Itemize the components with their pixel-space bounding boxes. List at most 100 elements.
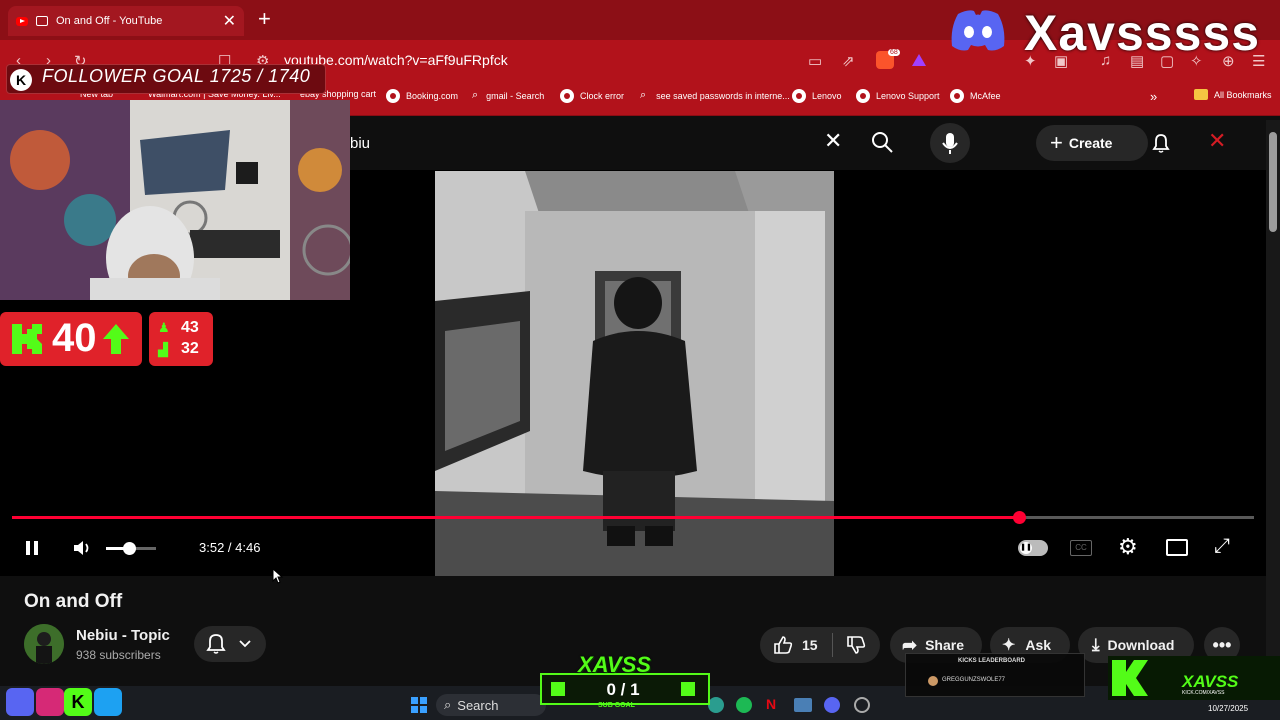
progress-fill <box>12 516 1020 519</box>
spotify-icon[interactable] <box>736 697 752 713</box>
subscription-bell-button[interactable] <box>194 626 266 662</box>
settings-icon[interactable]: ⚙ <box>1118 536 1138 558</box>
autoplay-knob-icon: ❚❚ <box>1020 542 1032 554</box>
windows-start-icon[interactable] <box>410 696 428 714</box>
kick-k-icon <box>10 322 44 356</box>
discord-social-icon <box>6 688 34 716</box>
bookmark-item[interactable]: Clock error <box>560 89 624 103</box>
all-bookmarks-label: All Bookmarks <box>1214 89 1272 100</box>
channel-name[interactable]: Nebiu - Topic <box>76 627 170 644</box>
discord-logo-icon <box>948 8 1008 52</box>
clear-search-icon[interactable]: ✕ <box>824 130 842 152</box>
tab-group-icon <box>36 16 48 26</box>
kick-logo-icon: K <box>10 69 32 91</box>
discord-taskbar-icon[interactable] <box>824 697 840 713</box>
instagram-social-icon <box>36 688 64 716</box>
leaderboard-avatar <box>928 676 938 686</box>
bookmark-label: Lenovo <box>812 91 842 101</box>
bookmark-item[interactable]: Lenovo <box>792 89 842 103</box>
bookmark-icon <box>560 89 574 103</box>
sub-goal-count: 0 / 1 <box>606 680 640 699</box>
netflix-icon[interactable]: N <box>766 696 776 712</box>
taskbar-date: 10/27/2025 <box>1208 704 1249 713</box>
bookmark-icon <box>386 89 400 103</box>
channel-avatar[interactable] <box>24 624 64 664</box>
bookmark-label: Lenovo Support <box>876 91 940 101</box>
create-label: Create <box>1068 135 1113 151</box>
browser-tab[interactable]: On and Off - YouTube ✕ <box>8 6 244 36</box>
all-bookmarks-button[interactable]: All Bookmarks <box>1194 89 1272 100</box>
followers-icon: ♟ <box>158 320 170 335</box>
download-icon: ⤓ <box>1092 635 1100 654</box>
mic-icon <box>942 133 958 154</box>
shield-badge: 68 <box>888 49 900 56</box>
bookmark-label: Booking.com <box>406 91 459 101</box>
play-pause-icon[interactable] <box>24 540 40 556</box>
brave-rewards-icon[interactable] <box>912 54 926 66</box>
settings-taskbar-icon[interactable] <box>854 697 870 713</box>
ask-icon: ✦ <box>1002 637 1016 654</box>
badge-name: XAVSS <box>1182 672 1239 691</box>
download-label: Download <box>1107 637 1175 653</box>
leaderboard-entry: GREGGUNZSWOLE77 <box>942 677 1006 683</box>
bookmark-icon <box>950 89 964 103</box>
account-avatar[interactable]: ✕ <box>1208 130 1226 152</box>
like-count: 15 <box>802 637 818 653</box>
more-bookmarks-button[interactable]: » <box>1150 89 1157 104</box>
volume-icon[interactable] <box>72 539 92 557</box>
bookmark-item[interactable]: Lenovo Support <box>856 89 940 103</box>
ask-label: Ask <box>1025 637 1052 653</box>
folder-icon <box>1194 89 1208 100</box>
file-explorer-icon[interactable] <box>794 698 812 712</box>
search-input[interactable]: biu <box>350 135 370 152</box>
search-bookmark-icon: ⌕ <box>640 89 647 101</box>
kick-viewer-count: 40 <box>52 316 97 360</box>
taskbar-search[interactable]: ⌕ Search <box>436 694 546 716</box>
scrollbar-thumb[interactable] <box>1269 132 1277 232</box>
volume-knob[interactable] <box>122 542 136 555</box>
plus-icon: + <box>1050 130 1063 155</box>
bookmark-item[interactable]: Booking.com <box>386 89 458 103</box>
sub-goal-label: SUB GOAL <box>598 702 635 709</box>
search-bookmark-icon: ⌕ <box>472 89 479 101</box>
share-page-icon[interactable]: ⇗ <box>842 52 855 70</box>
fullscreen-icon[interactable]: ⤢ <box>1214 536 1230 556</box>
time-display: 3:52 / 4:46 <box>199 540 261 555</box>
mouse-cursor-icon <box>272 567 284 584</box>
stat-top-value: 43 <box>181 319 199 336</box>
share-label: Share <box>925 637 965 653</box>
kick-social-icon: K <box>64 688 92 716</box>
taskbar-search-label: Search <box>457 697 499 713</box>
bookmark-item[interactable]: McAfee <box>950 89 1001 103</box>
bookmark-label: see saved passwords in interne... <box>656 90 790 101</box>
bookmark-item[interactable]: ⌕ see saved passwords in interne... <box>640 89 790 102</box>
like-divider <box>831 633 833 657</box>
dislike-icon[interactable] <box>845 634 867 656</box>
new-tab-button[interactable]: + <box>258 8 271 30</box>
cast-icon[interactable]: ▭ <box>808 52 822 70</box>
create-button[interactable]: + Create <box>1036 125 1148 161</box>
bookmark-label: McAfee <box>970 91 1001 101</box>
notifications-bell-icon[interactable] <box>1150 132 1172 154</box>
bookmark-label: Clock error <box>580 91 625 101</box>
like-icon[interactable] <box>772 634 794 656</box>
theater-icon[interactable] <box>1166 539 1188 556</box>
subscriber-count: 938 subscribers <box>76 648 161 662</box>
like-dislike-group: 15 <box>760 627 880 663</box>
autoplay-toggle[interactable]: ❚❚ <box>1018 540 1048 556</box>
badge-url: KICK.COM/XAVSS <box>1182 690 1225 696</box>
sub-goal-brand: XAVSS <box>578 652 651 677</box>
search-icon[interactable] <box>870 130 894 154</box>
bookmark-item[interactable]: ⌕ gmail - Search <box>472 89 544 102</box>
video-title: On and Off <box>24 591 123 612</box>
webcam-feed <box>0 100 350 300</box>
stat-bottom-value: 32 <box>181 340 199 357</box>
close-tab-button[interactable]: ✕ <box>223 11 236 31</box>
taskbar-search-icon: ⌕ <box>444 697 452 712</box>
bar-chart-icon: ▟ <box>158 342 168 357</box>
streamer-name: Xavsssss <box>1024 5 1261 61</box>
captions-icon[interactable]: CC <box>1070 540 1092 556</box>
voice-search-button[interactable] <box>930 123 970 163</box>
tab-title: On and Off - YouTube <box>56 15 163 27</box>
youtube-favicon-icon <box>16 16 28 26</box>
